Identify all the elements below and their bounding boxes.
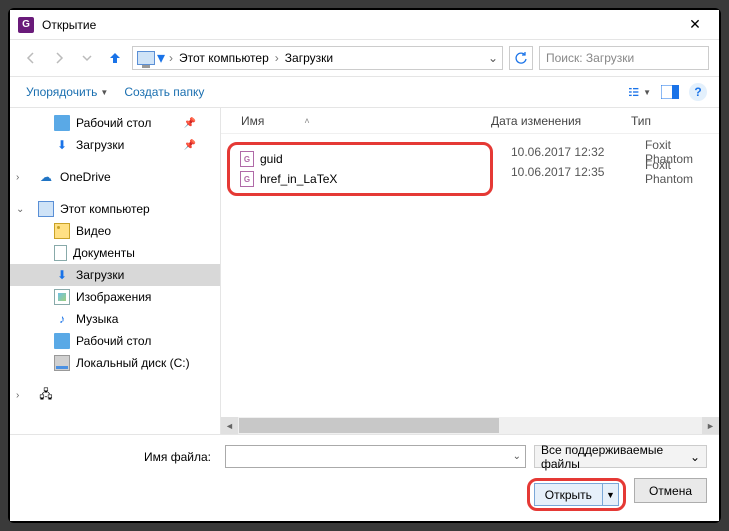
desktop-icon xyxy=(54,115,70,131)
file-type: Foxit Phantom xyxy=(645,158,719,186)
search-placeholder: Поиск: Загрузки xyxy=(546,51,634,65)
sidebar-item-downloads[interactable]: ⬇Загрузки xyxy=(10,264,220,286)
close-button[interactable]: ✕ xyxy=(679,16,711,33)
refresh-button[interactable] xyxy=(509,46,533,70)
music-icon: ♪ xyxy=(54,311,70,327)
chevron-down-icon[interactable]: ⌄ xyxy=(488,51,498,65)
new-folder-button[interactable]: Создать папку xyxy=(120,85,208,99)
preview-pane-button[interactable] xyxy=(659,81,681,103)
filename-input[interactable]: ⌄ xyxy=(225,445,526,468)
annotation-highlight: Gguid Ghref_in_LaTeX xyxy=(227,142,493,196)
help-button[interactable]: ? xyxy=(689,83,707,101)
column-type[interactable]: Тип xyxy=(631,114,719,128)
nav-history-button[interactable] xyxy=(76,47,98,69)
chevron-right-icon: › xyxy=(16,390,19,401)
file-list: Gguid Ghref_in_LaTeX 10.06.2017 12:32 Fo… xyxy=(221,134,719,417)
toolbar: Упорядочить ▼ Создать папку ▼ ? xyxy=(10,76,719,108)
scroll-thumb[interactable] xyxy=(239,418,499,433)
sidebar-item-pictures[interactable]: Изображения xyxy=(10,286,220,308)
nav-forward-button[interactable] xyxy=(48,47,70,69)
chevron-right-icon: › xyxy=(16,172,19,183)
scroll-right-button[interactable]: ► xyxy=(702,417,719,434)
file-name: guid xyxy=(260,152,283,166)
search-input[interactable]: Поиск: Загрузки xyxy=(539,46,709,70)
disk-icon xyxy=(54,355,70,371)
sidebar-item-onedrive[interactable]: ›☁OneDrive xyxy=(10,166,220,188)
video-icon xyxy=(54,223,70,239)
sidebar: Рабочий стол📌 ⬇Загрузки📌 ›☁OneDrive ⌄Это… xyxy=(10,108,220,434)
cloud-icon: ☁ xyxy=(38,169,54,185)
sidebar-item-truncated[interactable]: ›🖧 xyxy=(10,384,220,406)
breadcrumb-folder[interactable]: Загрузки xyxy=(283,51,335,65)
file-date: 10.06.2017 12:35 xyxy=(511,165,645,179)
annotation-highlight: Открыть ▼ xyxy=(527,478,626,511)
chevron-down-icon: ⌄ xyxy=(513,451,521,462)
pin-icon: 📌 xyxy=(184,118,196,129)
sidebar-item-downloads-quick[interactable]: ⬇Загрузки📌 xyxy=(10,134,220,156)
sidebar-item-thispc[interactable]: ⌄Этот компьютер xyxy=(10,198,220,220)
body: Рабочий стол📌 ⬇Загрузки📌 ›☁OneDrive ⌄Это… xyxy=(10,108,719,434)
app-icon: G xyxy=(18,17,34,33)
nav-up-button[interactable] xyxy=(104,47,126,69)
chevron-down-icon: ⌄ xyxy=(16,204,24,215)
chevron-down-icon: ⌄ xyxy=(690,450,700,464)
navbar: ▾ › Этот компьютер › Загрузки ⌄ Поиск: З… xyxy=(10,40,719,76)
titlebar: G Открытие ✕ xyxy=(10,10,719,40)
download-icon: ⬇ xyxy=(54,137,70,153)
file-pane: Имя˄ Дата изменения Тип Gguid Ghref_in_L… xyxy=(221,108,719,434)
view-options-button[interactable]: ▼ xyxy=(629,81,651,103)
sort-indicator-icon: ˄ xyxy=(304,116,309,126)
download-icon: ⬇ xyxy=(54,267,70,283)
sidebar-item-disk-c[interactable]: Локальный диск (C:) xyxy=(10,352,220,374)
file-row-meta: 10.06.2017 12:35 Foxit Phantom xyxy=(511,162,719,182)
organize-button[interactable]: Упорядочить ▼ xyxy=(22,85,112,99)
pictures-icon xyxy=(54,289,70,305)
breadcrumb[interactable]: ▾ › Этот компьютер › Загрузки ⌄ xyxy=(132,46,503,70)
pin-icon: 📌 xyxy=(184,140,196,151)
document-icon xyxy=(54,245,67,261)
window-title: Открытие xyxy=(42,18,679,32)
bottom-panel: Имя файла: ⌄ Все поддерживаемые файлы⌄ О… xyxy=(10,434,719,521)
sidebar-item-documents[interactable]: Документы xyxy=(10,242,220,264)
breadcrumb-pc[interactable]: Этот компьютер xyxy=(177,51,271,65)
pdf-icon: G xyxy=(240,151,254,167)
column-headers: Имя˄ Дата изменения Тип xyxy=(221,108,719,134)
desktop-icon xyxy=(54,333,70,349)
file-name: href_in_LaTeX xyxy=(260,172,337,186)
chevron-right-icon: › xyxy=(275,51,279,65)
scroll-left-button[interactable]: ◄ xyxy=(221,417,238,434)
nav-back-button[interactable] xyxy=(20,47,42,69)
file-type-filter[interactable]: Все поддерживаемые файлы⌄ xyxy=(534,445,707,468)
open-file-dialog: G Открытие ✕ ▾ › Этот компьютер › Загруз… xyxy=(10,10,719,521)
sidebar-item-music[interactable]: ♪Музыка xyxy=(10,308,220,330)
open-button[interactable]: Открыть xyxy=(534,483,603,506)
column-date[interactable]: Дата изменения xyxy=(491,114,631,128)
column-name[interactable]: Имя˄ xyxy=(221,114,491,128)
sidebar-item-desktop[interactable]: Рабочий стол xyxy=(10,330,220,352)
file-row[interactable]: Gguid xyxy=(236,149,484,169)
cancel-button[interactable]: Отмена xyxy=(634,478,707,503)
file-date: 10.06.2017 12:32 xyxy=(511,145,645,159)
open-split-button[interactable]: ▼ xyxy=(603,483,619,506)
sidebar-item-desktop-quick[interactable]: Рабочий стол📌 xyxy=(10,112,220,134)
sidebar-item-video[interactable]: Видео xyxy=(10,220,220,242)
pc-icon xyxy=(137,51,155,65)
down-arrow-icon: ▾ xyxy=(157,48,165,68)
file-row[interactable]: Ghref_in_LaTeX xyxy=(236,169,484,189)
pc-icon xyxy=(38,201,54,217)
chevron-right-icon: › xyxy=(169,51,173,65)
horizontal-scrollbar[interactable]: ◄ ► xyxy=(221,417,719,434)
filename-label: Имя файла: xyxy=(22,450,217,464)
pdf-icon: G xyxy=(240,171,254,187)
network-icon: 🖧 xyxy=(38,387,54,403)
